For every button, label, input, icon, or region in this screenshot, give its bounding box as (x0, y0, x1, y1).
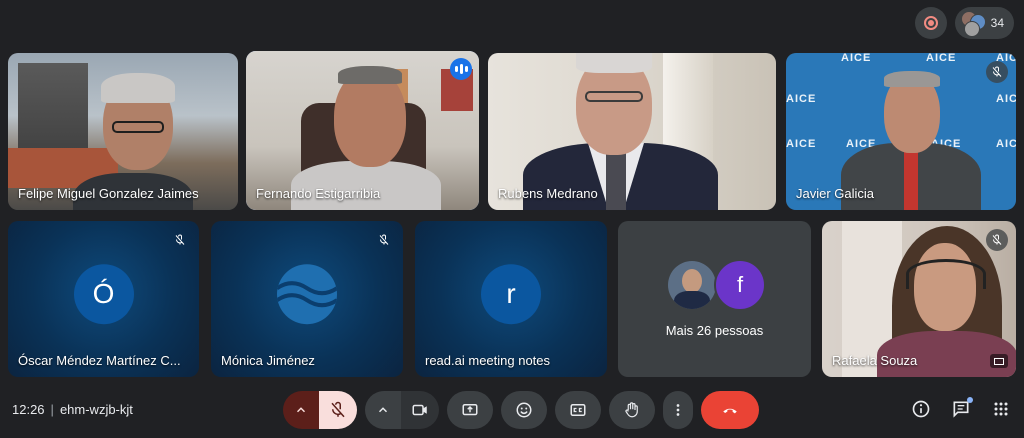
participant-name: Mónica Jiménez (221, 353, 315, 368)
chevron-up-icon (296, 407, 306, 413)
participant-tile-rubens[interactable]: Rubens Medrano (488, 53, 776, 210)
more-vert-icon (676, 404, 680, 416)
camera-toggle-button[interactable] (401, 391, 439, 429)
camera-control (365, 391, 439, 429)
raise-hand-icon (625, 402, 638, 418)
emoji-icon (516, 402, 532, 418)
backdrop-logo: AICE (996, 138, 1016, 150)
end-call-icon (723, 408, 737, 414)
avatar: f (714, 259, 766, 311)
side-panel-controls (908, 396, 1014, 422)
participant-tile-oscar[interactable]: Ó Óscar Méndez Martínez C... (8, 221, 199, 377)
participant-name: read.ai meeting notes (425, 353, 551, 368)
call-controls (283, 391, 759, 429)
participant-tile-felipe[interactable]: Felipe Miguel Gonzalez Jaimes (8, 53, 238, 210)
people-icon (960, 11, 986, 37)
mic-control (283, 391, 357, 429)
muted-icon (373, 229, 395, 251)
participant-name: Rubens Medrano (498, 186, 598, 201)
info-icon (912, 400, 930, 418)
participants-button[interactable]: 34 (954, 7, 1014, 39)
notification-badge (967, 397, 973, 403)
participant-name: Felipe Miguel Gonzalez Jaimes (18, 186, 199, 201)
participant-tile-javier[interactable]: AICE AICE AICE AICE AICE AICE AICE AICE … (786, 53, 1016, 210)
avatar: r (481, 264, 541, 325)
muted-icon (986, 61, 1008, 83)
pip-icon[interactable] (990, 354, 1008, 368)
participant-name: Óscar Méndez Martínez C... (18, 353, 181, 368)
muted-icon (986, 229, 1008, 251)
wave-avatar-icon (277, 281, 337, 308)
muted-icon (169, 229, 191, 251)
avatar: Ó (73, 264, 134, 325)
avatar (668, 261, 716, 309)
captions-button[interactable] (555, 391, 601, 429)
participant-count: 34 (990, 16, 1004, 30)
more-options-button[interactable] (663, 391, 693, 429)
speaking-indicator-icon (450, 58, 472, 80)
chevron-up-icon (378, 407, 388, 413)
raise-hand-button[interactable] (609, 391, 655, 429)
participant-name: Fernando Estigarribia (256, 186, 381, 201)
backdrop-logo: AICE (786, 138, 817, 150)
camera-icon (412, 404, 427, 416)
backdrop-logo: AICE (841, 53, 872, 64)
present-button[interactable] (447, 391, 493, 429)
end-call-button[interactable] (701, 391, 759, 429)
mic-toggle-button[interactable] (319, 391, 357, 429)
meeting-info: 12:26 | ehm-wzjb-kjt (12, 402, 133, 417)
clock-time: 12:26 (12, 402, 45, 417)
avatar (277, 264, 337, 325)
separator: | (50, 402, 54, 417)
camera-options-button[interactable] (365, 391, 401, 429)
mic-off-icon (331, 401, 345, 418)
participant-name: Javier Galicia (796, 186, 875, 201)
others-count: Mais 26 pessoas (665, 323, 764, 338)
top-right-controls: 34 (914, 7, 1014, 39)
present-icon (462, 404, 478, 416)
backdrop-logo: AICE (996, 93, 1016, 105)
meeting-code: ehm-wzjb-kjt (59, 402, 133, 417)
backdrop-logo: AICE (786, 93, 817, 105)
activities-button[interactable] (988, 396, 1014, 422)
apps-icon (994, 402, 1008, 416)
participant-tile-others[interactable]: f Mais 26 pessoas (618, 221, 811, 377)
captions-icon (570, 404, 586, 416)
backdrop-logo: AICE (926, 53, 957, 64)
participant-tile-fernando[interactable]: Fernando Estigarribia (246, 51, 479, 210)
reactions-button[interactable] (501, 391, 547, 429)
recording-button[interactable] (914, 7, 947, 39)
participant-tile-rafaela[interactable]: Rafaela Souza (822, 221, 1016, 377)
mic-options-button[interactable] (283, 391, 319, 429)
chat-button[interactable] (948, 396, 974, 422)
participant-tile-readai[interactable]: r read.ai meeting notes (415, 221, 607, 377)
meeting-details-button[interactable] (908, 396, 934, 422)
record-icon (923, 16, 938, 30)
participant-name: Rafaela Souza (832, 353, 918, 368)
participant-tile-monica[interactable]: Mónica Jiménez (211, 221, 403, 377)
